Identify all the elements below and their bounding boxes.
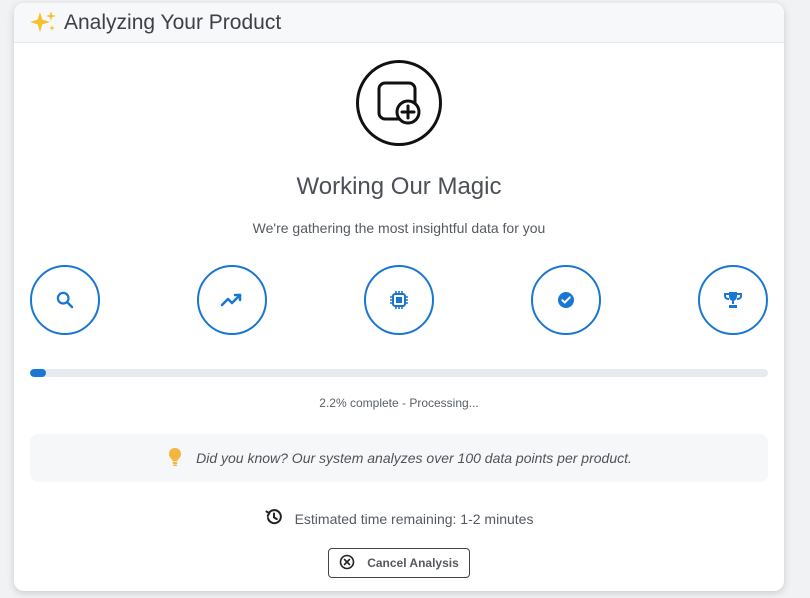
trophy-icon: [722, 289, 744, 311]
search-icon: [55, 290, 75, 310]
estimated-time-text: Estimated time remaining: 1-2 minutes: [294, 510, 534, 527]
analysis-steps: [30, 265, 768, 339]
chip-icon: [388, 289, 410, 311]
cancel-analysis-label: Cancel Analysis: [367, 556, 459, 570]
progress-status: 2.2% complete - Processing...: [319, 396, 479, 410]
step-search: [30, 265, 100, 335]
actions: Cancel Analysis: [14, 548, 784, 578]
lightbulb-icon: [166, 447, 184, 470]
add-photo-icon: [356, 60, 442, 146]
trend-icon: [220, 291, 244, 309]
step-verify: [531, 265, 601, 335]
sparkles-icon: [30, 9, 58, 37]
cancel-analysis-button[interactable]: Cancel Analysis: [328, 548, 470, 578]
page-title: Working Our Magic: [296, 173, 502, 200]
step-complete: [698, 265, 768, 335]
history-icon: [265, 508, 283, 529]
cancel-circle-icon: [339, 554, 355, 573]
estimated-time: Estimated time remaining: 1-2 minutes: [14, 508, 784, 529]
dialog-title: Analyzing Your Product: [64, 10, 282, 34]
step-trend: [197, 265, 267, 335]
analysis-dialog: Analyzing Your Product Working Our Magic…: [14, 3, 784, 591]
dialog-header: Analyzing Your Product: [14, 3, 784, 43]
tip-banner: Did you know? Our system analyzes over 1…: [30, 434, 768, 482]
page-subtitle: We're gathering the most insightful data…: [252, 220, 546, 236]
progress-bar: [30, 369, 768, 377]
check-circle-icon: [556, 290, 576, 310]
hero: [14, 60, 784, 146]
progress-fill: [30, 369, 47, 377]
step-processing: [364, 265, 434, 335]
tip-text: Did you know? Our system analyzes over 1…: [196, 450, 632, 466]
